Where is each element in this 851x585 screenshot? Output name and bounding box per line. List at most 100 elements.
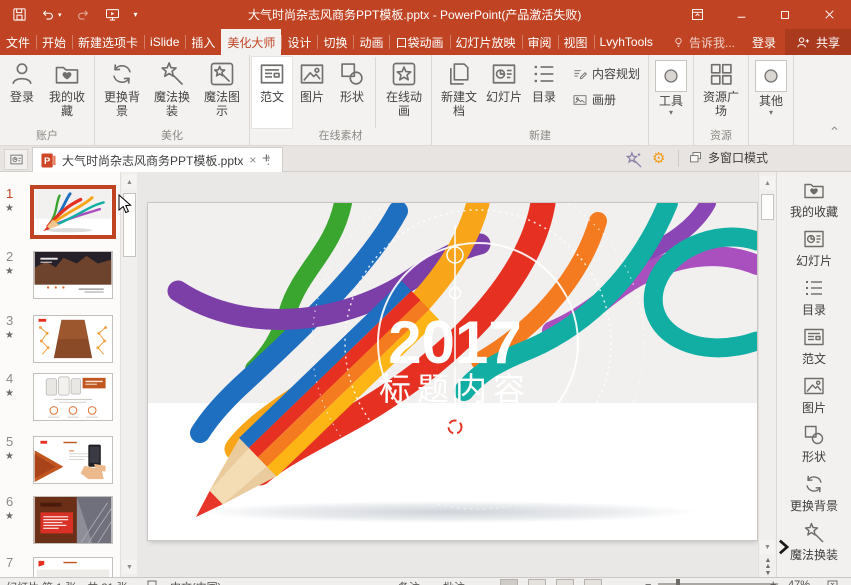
sidebar-item-目录[interactable]: 目录 <box>777 272 851 321</box>
reading-view-button[interactable] <box>556 579 574 585</box>
slide-number: 4 <box>6 371 13 386</box>
canvas-scroll-thumb[interactable] <box>761 194 774 220</box>
sign-in-link[interactable]: 登录 <box>743 34 785 51</box>
button-label: 目录 <box>532 90 556 104</box>
tab-新建选项卡[interactable]: 新建选项卡 <box>72 29 144 55</box>
我的收藏-button[interactable]: 我的收藏 <box>42 57 92 128</box>
start-slideshow-icon[interactable] <box>104 7 121 23</box>
comments-button[interactable]: 批注 <box>443 579 465 585</box>
tab-视图[interactable]: 视图 <box>558 29 594 55</box>
tab-LvyhTools[interactable]: LvyhTools <box>594 29 659 55</box>
slide-editing-canvas[interactable]: 2017 标题内容 <box>138 172 758 577</box>
beautify-wand-icon[interactable] <box>624 150 644 168</box>
ribbon-display-options-button[interactable] <box>675 0 719 29</box>
sidebar-item-形状[interactable]: 形状 <box>777 419 851 468</box>
sidebar-item-图片[interactable]: 图片 <box>777 370 851 419</box>
sidebar-collapse-icon[interactable] <box>777 538 791 558</box>
slideshow-view-button[interactable] <box>584 579 602 585</box>
panel-scroll-down-icon[interactable]: ▼ <box>122 560 137 574</box>
maximize-button[interactable] <box>763 0 807 29</box>
close-button[interactable] <box>807 0 851 29</box>
tab-美化大师[interactable]: 美化大师 <box>221 29 281 55</box>
language-indicator[interactable]: 中文(中国) <box>170 579 221 585</box>
fit-to-window-icon[interactable] <box>826 579 839 585</box>
tab-动画[interactable]: 动画 <box>353 29 389 55</box>
notes-button[interactable]: 备注 <box>398 579 420 585</box>
slide-thumbnail-4[interactable] <box>33 373 113 421</box>
tab-幻灯片放映[interactable]: 幻灯片放映 <box>450 29 522 55</box>
sidebar-item-label: 更换背景 <box>790 497 838 514</box>
slide-thumbnail-3[interactable] <box>33 315 113 363</box>
minimize-button[interactable] <box>719 0 763 29</box>
sidebar-item-范文[interactable]: 范文 <box>777 321 851 370</box>
tab-开始[interactable]: 开始 <box>36 29 72 55</box>
形状-button[interactable]: 形状 <box>332 57 372 128</box>
collapse-ribbon-icon[interactable] <box>829 120 840 138</box>
在线动画-button[interactable]: 在线动画 <box>375 57 429 128</box>
tab-插入[interactable]: 插入 <box>185 29 221 55</box>
panel-scroll-thumb[interactable] <box>123 193 136 257</box>
slide-1-canvas[interactable]: 2017 标题内容 <box>148 203 757 540</box>
zoom-slider-handle[interactable] <box>676 579 680 585</box>
slide-sorter-view-button[interactable] <box>528 579 546 585</box>
slide-number: 2 <box>6 249 13 264</box>
button-label: 新建文档 <box>436 90 482 118</box>
slide-thumbnail-5[interactable] <box>33 436 113 484</box>
tab-切换[interactable]: 切换 <box>317 29 353 55</box>
slide-year-text[interactable]: 2017 <box>388 309 521 376</box>
slide-title-text[interactable]: 标题内容 <box>379 371 531 407</box>
其他-button[interactable]: 其他▾ <box>751 57 791 128</box>
slide-panel-toggle-icon[interactable] <box>4 149 28 170</box>
share-button[interactable]: 共享 <box>785 29 851 55</box>
undo-button[interactable]: ▾ <box>40 8 62 22</box>
zoom-percentage[interactable]: 47% <box>788 579 810 585</box>
group-label: 资源 <box>694 128 748 145</box>
范文-button[interactable]: 范文 <box>252 57 292 128</box>
新建文档-button[interactable]: 新建文档 <box>434 57 484 128</box>
tell-me-box[interactable]: 告诉我... <box>664 34 743 51</box>
sidebar-item-幻灯片[interactable]: 幻灯片 <box>777 223 851 272</box>
multi-window-mode-button[interactable]: 多窗口模式 <box>688 149 768 166</box>
tab-iSlide[interactable]: iSlide <box>144 29 185 55</box>
customize-quick-access-icon[interactable]: ▾ <box>134 10 138 19</box>
zoom-in-button[interactable]: + <box>770 579 776 585</box>
redo-button[interactable] <box>75 8 91 22</box>
幻灯片-button[interactable]: 幻灯片 <box>484 57 524 128</box>
close-document-icon[interactable]: × <box>249 153 256 167</box>
更换背景-button[interactable]: 更换背景 <box>97 57 147 128</box>
tab-口袋动画[interactable]: 口袋动画 <box>389 29 449 55</box>
魔法图示-button[interactable]: 魔法图示 <box>197 57 247 128</box>
内容规划-button[interactable]: 内容规划 <box>572 65 640 82</box>
document-tab-bar: P 大气时尚杂志风商务PPT模板.pptx × ⋮ + ⚙ 多窗口模式 <box>0 146 851 172</box>
new-document-tab-button[interactable]: + <box>262 150 271 167</box>
canvas-scroll-down-icon[interactable]: ▼ <box>760 540 775 554</box>
资源广场-button[interactable]: 资源广场 <box>696 57 746 128</box>
canvas-scrollbar[interactable]: ▲ ▼ ▲▲ ▼▼ <box>758 172 776 577</box>
图片-button[interactable]: 图片 <box>292 57 332 128</box>
panel-scroll-up-icon[interactable]: ▲ <box>122 175 137 189</box>
sidebar-item-更换背景[interactable]: 更换背景 <box>777 468 851 517</box>
settings-gear-icon[interactable]: ⚙ <box>652 149 665 169</box>
slide-panel-scrollbar[interactable]: ▲ ▼ <box>120 172 137 577</box>
zoom-out-button[interactable]: − <box>645 579 651 585</box>
登录-button[interactable]: 登录 <box>2 57 42 128</box>
slide-thumbnail-6[interactable] <box>33 496 113 544</box>
slide-thumbnail-2[interactable] <box>33 251 113 299</box>
document-tab[interactable]: P 大气时尚杂志风商务PPT模板.pptx × ⋮ <box>32 147 283 172</box>
画册-button[interactable]: 画册 <box>572 91 640 108</box>
tab-设计[interactable]: 设计 <box>281 29 317 55</box>
工具-button[interactable]: 工具▾ <box>651 57 691 128</box>
tab-审阅[interactable]: 审阅 <box>522 29 558 55</box>
canvas-scroll-up-icon[interactable]: ▲ <box>760 176 775 190</box>
slide-thumbnail-1[interactable] <box>33 188 113 236</box>
目录-button[interactable]: 目录 <box>524 57 564 128</box>
thumbnail-art <box>34 558 112 577</box>
tab-文件[interactable]: 文件 <box>0 29 36 55</box>
魔法换装-button[interactable]: 魔法换装 <box>147 57 197 128</box>
normal-view-button[interactable] <box>500 579 518 585</box>
save-icon[interactable] <box>12 7 27 22</box>
spellcheck-icon[interactable] <box>146 579 158 585</box>
previous-slide-button[interactable]: ▲▲ <box>760 558 776 570</box>
slide-thumbnail-7[interactable] <box>33 557 113 577</box>
sidebar-item-我的收藏[interactable]: 我的收藏 <box>777 174 851 223</box>
